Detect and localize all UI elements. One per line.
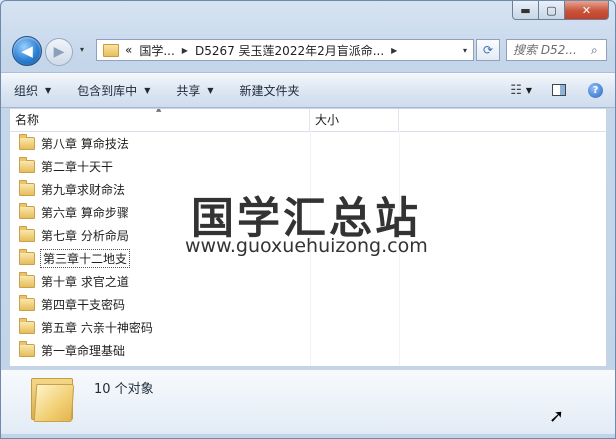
share-menu[interactable]: 共享 ▼ [163, 82, 226, 99]
preview-pane-icon[interactable] [552, 84, 566, 96]
folder-name: 第九章求财命法 [41, 183, 126, 197]
breadcrumb-guoxue[interactable]: 国学... [139, 42, 174, 59]
mouse-cursor-icon: ➚ [549, 406, 565, 427]
item-count: 10 个对象 [94, 382, 154, 397]
folder-name: 第八章 算命技法 [41, 137, 129, 151]
breadcrumb-overflow[interactable]: « [125, 43, 132, 57]
include-in-library-label: 包含到库中 [77, 83, 138, 98]
list-item[interactable]: 第八章 算命技法 [10, 132, 606, 155]
chevron-down-icon: ▼ [144, 85, 151, 95]
forward-arrow-icon: ▶ [53, 44, 65, 60]
address-bar[interactable]: « 国学... ▶ D5267 吴玉莲2022年2月盲派命... ▶ ▾ [96, 39, 474, 61]
help-icon[interactable]: ? [588, 82, 603, 98]
organize-menu[interactable]: 组织 ▼ [1, 82, 64, 99]
folder-icon [19, 180, 35, 196]
include-in-library-menu[interactable]: 包含到库中 ▼ [64, 82, 163, 99]
back-button[interactable]: ◀ [12, 36, 42, 66]
details-pane: 10 个对象 [1, 369, 615, 434]
chevron-down-icon: ▼ [45, 85, 52, 95]
maximize-icon: ▢ [546, 3, 557, 17]
recent-pages-dropdown[interactable]: ▾ [80, 45, 84, 54]
minimize-icon: ▬ [520, 3, 531, 17]
address-dropdown-icon[interactable]: ▾ [463, 46, 467, 55]
chevron-down-icon: ▾ [80, 45, 85, 54]
column-header-row: ▲ 名称 大小 [10, 109, 606, 132]
watermark-url: www.guoxuehuizong.com [185, 235, 428, 257]
forward-button[interactable]: ▶ [45, 38, 73, 66]
folder-name: 第六章 算命步骤 [41, 206, 129, 220]
folder-icon [19, 249, 35, 265]
back-arrow-icon: ◀ [21, 42, 33, 60]
folder-icon [19, 318, 35, 334]
folder-icon [103, 43, 119, 57]
folder-icon [19, 203, 35, 219]
list-item[interactable]: 第一章命理基础 [10, 339, 606, 362]
refresh-button[interactable]: ⟳ [476, 39, 500, 61]
folder-name: 第一章命理基础 [41, 344, 126, 358]
breadcrumb-separator-icon[interactable]: ▶ [391, 46, 397, 55]
views-icon[interactable]: ☷ [510, 83, 522, 98]
share-label: 共享 [176, 83, 201, 98]
sort-ascending-icon: ▲ [156, 108, 162, 113]
folder-icon [19, 157, 35, 173]
list-item[interactable]: 第二章十天干 [10, 155, 606, 178]
list-item[interactable]: 第十章 求官之道 [10, 270, 606, 293]
folder-name: 第四章干支密码 [41, 298, 126, 312]
command-bar: 组织 ▼ 包含到库中 ▼ 共享 ▼ 新建文件夹 ☷ ▼ ? [1, 72, 615, 108]
caption-buttons: ▬ ▢ ✕ [512, 1, 609, 20]
minimize-button[interactable]: ▬ [512, 1, 539, 20]
search-input[interactable] [513, 43, 589, 57]
folder-icon [19, 295, 35, 311]
explorer-window: ▬ ▢ ✕ ◀ ▶ ▾ « 国学... ▶ D5267 吴玉莲2022年2月盲派… [0, 0, 616, 439]
close-button[interactable]: ✕ [565, 1, 609, 20]
folder-name: 第十章 求官之道 [41, 275, 129, 289]
folder-name: 第三章十二地支 [39, 249, 131, 268]
folder-name: 第七章 分析命局 [41, 229, 129, 243]
navigation-bar: ◀ ▶ ▾ « 国学... ▶ D5267 吴玉莲2022年2月盲派命... ▶… [1, 34, 615, 68]
folder-icon [19, 341, 35, 357]
folder-name: 第二章十天干 [41, 160, 114, 174]
column-header-size[interactable]: 大小 [310, 109, 399, 131]
folder-icon [19, 134, 35, 150]
large-folder-icon [31, 376, 75, 422]
search-icon[interactable]: ⌕ [591, 43, 598, 58]
new-folder-button[interactable]: 新建文件夹 [227, 82, 313, 99]
breadcrumb-separator-icon[interactable]: ▶ [182, 46, 188, 55]
maximize-button[interactable]: ▢ [539, 1, 565, 20]
views-dropdown-icon[interactable]: ▼ [526, 86, 532, 95]
new-folder-label: 新建文件夹 [239, 83, 300, 98]
refresh-icon: ⟳ [482, 43, 494, 57]
list-item[interactable]: 第四章干支密码 [10, 293, 606, 316]
folder-icon [19, 226, 35, 242]
list-item[interactable]: 第五章 六亲十神密码 [10, 316, 606, 339]
folder-name: 第五章 六亲十神密码 [41, 321, 153, 335]
folder-icon [19, 272, 35, 288]
close-icon: ✕ [581, 3, 592, 17]
search-box[interactable]: ⌕ [506, 39, 607, 61]
organize-label: 组织 [14, 83, 39, 98]
breadcrumb-current-folder[interactable]: D5267 吴玉莲2022年2月盲派命... [195, 42, 384, 59]
chevron-down-icon: ▼ [207, 85, 214, 95]
view-controls: ☷ ▼ ? [510, 73, 615, 107]
